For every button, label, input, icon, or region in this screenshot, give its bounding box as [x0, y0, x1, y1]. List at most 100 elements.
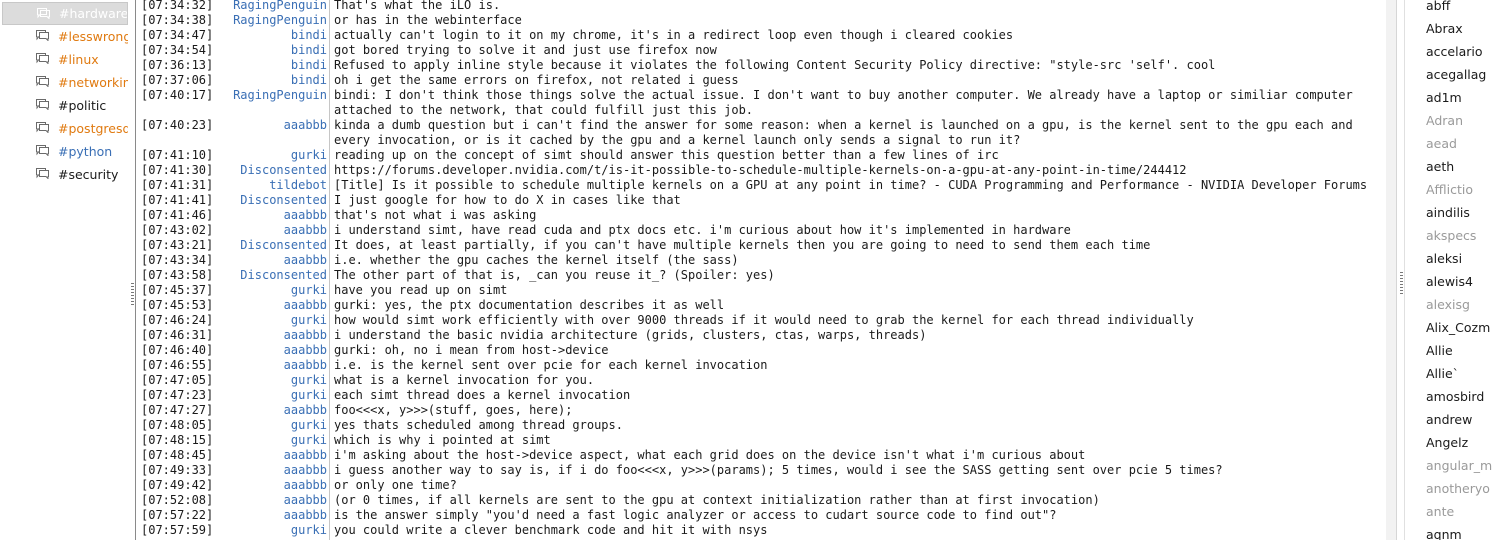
user-list-item[interactable]: acegallag: [1405, 63, 1504, 86]
message-timestamp: [07:48:45]: [141, 448, 214, 462]
user-list-item[interactable]: angular_m: [1405, 454, 1504, 477]
message-text: how would simt work efficiently with ove…: [334, 313, 1194, 327]
message-row: [07:41:10] gurki reading up on the concept…: [136, 148, 1386, 163]
user-list-item[interactable]: anotheryo: [1405, 477, 1504, 500]
user-list-item[interactable]: andrew: [1405, 408, 1504, 431]
message-row: [07:34:32] RagingPenguin That's what the i…: [136, 0, 1386, 13]
message-nick[interactable]: gurki: [216, 433, 327, 448]
channel-item[interactable]: #postgresql: [2, 117, 128, 140]
user-list-item[interactable]: alewis4: [1405, 270, 1504, 293]
message-nick[interactable]: aaabbb: [216, 508, 327, 523]
message-timestamp: [07:45:53]: [141, 298, 214, 312]
message-nick[interactable]: gurki: [216, 313, 327, 328]
channel-item[interactable]: #hardware: [2, 2, 128, 25]
message-nick[interactable]: gurki: [216, 418, 327, 433]
message-text: i understand simt, have read cuda and pt…: [334, 223, 1071, 237]
message-log: [07:34:32] RagingPenguin That's what the i…: [136, 0, 1386, 538]
message-nick[interactable]: Disconsented: [216, 238, 327, 253]
user-list-item[interactable]: abff: [1405, 0, 1504, 17]
channel-name: #politic: [58, 98, 107, 113]
user-list-item[interactable]: akspecs: [1405, 224, 1504, 247]
message-nick[interactable]: aaabbb: [216, 493, 327, 508]
message-text: have you read up on simt: [334, 283, 508, 297]
user-list-item[interactable]: aead: [1405, 132, 1504, 155]
message-nick[interactable]: aaabbb: [216, 358, 327, 373]
channel-item[interactable]: #security: [2, 163, 128, 186]
user-list-item[interactable]: Alix_Cozm: [1405, 316, 1504, 339]
chat-bubble-icon: [37, 8, 50, 19]
message-nick[interactable]: RagingPenguin: [216, 13, 327, 28]
user-list-item[interactable]: Abrax: [1405, 17, 1504, 40]
user-list-item[interactable]: aleksi: [1405, 247, 1504, 270]
user-list-item[interactable]: Adran: [1405, 109, 1504, 132]
chat-scrollbar[interactable]: [1386, 0, 1397, 540]
message-nick[interactable]: aaabbb: [216, 223, 327, 238]
message-nick[interactable]: RagingPenguin: [216, 0, 327, 13]
message-nick[interactable]: bindi: [216, 28, 327, 43]
user-list-item[interactable]: aindilis: [1405, 201, 1504, 224]
channel-item[interactable]: #networking: [2, 71, 128, 94]
user-list-item[interactable]: amosbird: [1405, 385, 1504, 408]
message-nick[interactable]: aaabbb: [216, 118, 327, 133]
message-text: actually can't login to it on my chrome,…: [334, 28, 1014, 42]
chat-buffer[interactable]: [07:34:32] RagingPenguin That's what the i…: [135, 0, 1387, 540]
message-nick[interactable]: aaabbb: [216, 463, 327, 478]
channel-name: #networking: [58, 75, 128, 90]
message-row: [07:48:45] aaabbb i'm asking about the hos…: [136, 448, 1386, 463]
message-nick[interactable]: bindi: [216, 73, 327, 88]
message-text: which is why i pointed at simt: [334, 433, 551, 447]
channel-item[interactable]: #linux: [2, 48, 128, 71]
chat-bubble-icon: [36, 76, 49, 87]
message-nick[interactable]: aaabbb: [216, 448, 327, 463]
message-nick[interactable]: Disconsented: [216, 163, 327, 178]
message-nick[interactable]: Disconsented: [216, 268, 327, 283]
message-nick[interactable]: aaabbb: [216, 343, 327, 358]
user-list-items: abff Abrax accelario acegallag ad1m Adran aead…: [1405, 0, 1504, 540]
user-list-item[interactable]: ad1m: [1405, 86, 1504, 109]
message-row: [07:47:23] gurki each simt thread does a k…: [136, 388, 1386, 403]
message-timestamp: [07:46:40]: [141, 343, 214, 357]
message-timestamp: [07:48:05]: [141, 418, 214, 432]
message-nick[interactable]: gurki: [216, 373, 327, 388]
channel-item[interactable]: #lesswrong: [2, 25, 128, 48]
message-nick[interactable]: gurki: [216, 148, 327, 163]
message-row: [07:41:30] Disconsented https://forums.dev…: [136, 163, 1386, 178]
user-list-item[interactable]: aeth: [1405, 155, 1504, 178]
message-timestamp: [07:48:15]: [141, 433, 214, 447]
message-nick[interactable]: aaabbb: [216, 208, 327, 223]
user-list-item[interactable]: Angelz: [1405, 431, 1504, 454]
message-text: gurki: oh, no i mean from host->device: [334, 343, 609, 357]
message-row: [07:41:46] aaabbb that's not what i was as…: [136, 208, 1386, 223]
channel-item[interactable]: #politic: [2, 94, 128, 117]
message-nick[interactable]: aaabbb: [216, 328, 327, 343]
message-timestamp: [07:57:22]: [141, 508, 214, 522]
right-pane-splitter[interactable]: [1400, 272, 1403, 294]
chat-bubble-icon: [36, 99, 49, 110]
user-list-item[interactable]: Allie: [1405, 339, 1504, 362]
user-list-item[interactable]: Allie`: [1405, 362, 1504, 385]
message-nick[interactable]: aaabbb: [216, 298, 327, 313]
user-list-item[interactable]: accelario: [1405, 40, 1504, 63]
user-list-item[interactable]: aqnm: [1405, 523, 1504, 540]
message-nick[interactable]: aaabbb: [216, 403, 327, 418]
message-nick[interactable]: gurki: [216, 523, 327, 538]
message-nick[interactable]: gurki: [216, 283, 327, 298]
message-nick[interactable]: aaabbb: [216, 253, 327, 268]
message-nick[interactable]: bindi: [216, 58, 327, 73]
channel-item[interactable]: #python: [2, 140, 128, 163]
message-row: [07:34:54] bindi got bored trying to solve…: [136, 43, 1386, 58]
message-text: i'm asking about the host->device aspect…: [334, 448, 1086, 462]
left-pane-splitter[interactable]: [131, 283, 134, 305]
message-nick[interactable]: Disconsented: [216, 193, 327, 208]
message-timestamp: [07:43:34]: [141, 253, 214, 267]
user-list-item[interactable]: alexisg: [1405, 293, 1504, 316]
user-list-item[interactable]: Afflictio: [1405, 178, 1504, 201]
message-row: [07:47:05] gurki what is a kernel invocati…: [136, 373, 1386, 388]
message-nick[interactable]: gurki: [216, 388, 327, 403]
message-nick[interactable]: tildebot: [216, 178, 327, 193]
message-nick[interactable]: bindi: [216, 43, 327, 58]
channel-name: #lesswrong: [58, 29, 128, 44]
user-list-item[interactable]: ante: [1405, 500, 1504, 523]
message-nick[interactable]: aaabbb: [216, 478, 327, 493]
message-nick[interactable]: RagingPenguin: [216, 88, 327, 103]
